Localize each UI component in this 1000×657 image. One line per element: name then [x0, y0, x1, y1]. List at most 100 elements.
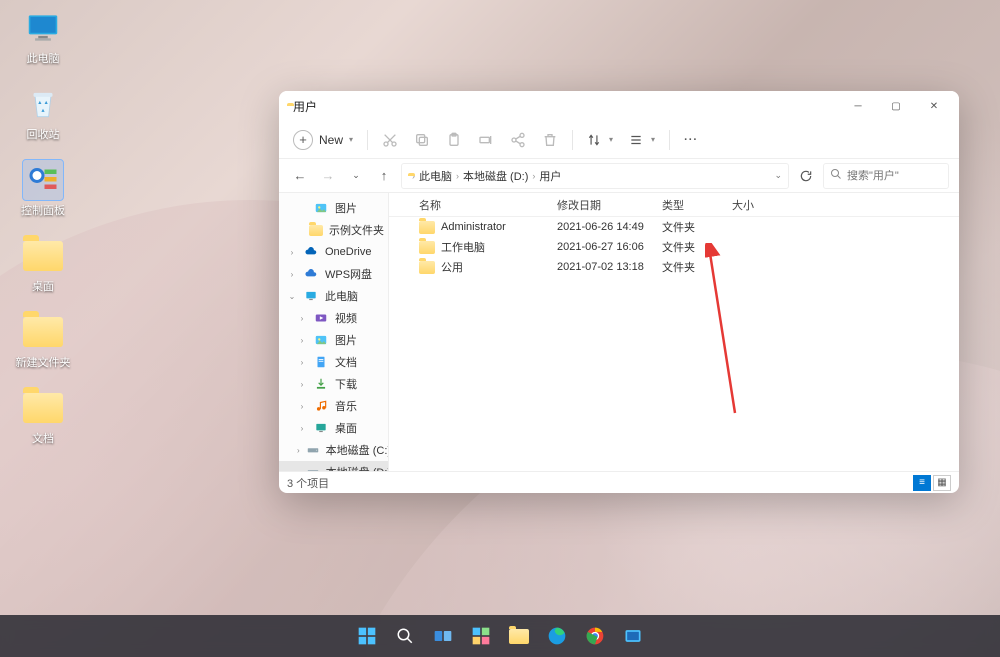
desktop-icon-folder-2[interactable]: 新建文件夹 — [8, 312, 78, 370]
search-box[interactable] — [823, 163, 949, 189]
widgets-button[interactable] — [465, 620, 497, 652]
copy-button[interactable] — [408, 126, 436, 154]
desktop-icon-folder-1[interactable]: 桌面 — [8, 236, 78, 294]
separator — [572, 130, 573, 150]
breadcrumb-segment[interactable]: 本地磁盘 (D:) — [463, 168, 528, 184]
titlebar[interactable]: 用户 ─ ▢ ✕ — [279, 91, 959, 121]
search-icon — [830, 168, 842, 183]
minimize-button[interactable]: ─ — [839, 91, 877, 121]
paste-button[interactable] — [440, 126, 468, 154]
folder-icon — [23, 388, 63, 428]
sort-button[interactable]: ▾ — [581, 126, 619, 154]
view-button[interactable]: ▾ — [623, 126, 661, 154]
rename-button[interactable] — [472, 126, 500, 154]
breadcrumb-segment[interactable]: 此电脑 — [419, 168, 452, 184]
sidebar-item[interactable]: ›OneDrive — [279, 241, 388, 263]
file-date: 2021-07-02 13:18 — [549, 261, 654, 273]
sidebar-item[interactable]: ›WPS网盘 — [279, 263, 388, 285]
up-button[interactable]: ↑ — [373, 165, 395, 187]
view-toggle: ≡ ▦ — [913, 475, 951, 491]
back-button[interactable]: ← — [289, 165, 311, 187]
file-row[interactable]: Administrator2021-06-26 14:49文件夹 — [389, 217, 959, 237]
close-button[interactable]: ✕ — [915, 91, 953, 121]
file-name: Administrator — [441, 221, 506, 233]
task-view-button[interactable] — [427, 620, 459, 652]
chrome-taskbar-button[interactable] — [579, 620, 611, 652]
file-row[interactable]: 公用 2021-07-02 13:18文件夹 — [389, 257, 959, 277]
videos-icon — [313, 310, 329, 326]
start-button[interactable] — [351, 620, 383, 652]
sidebar-item[interactable]: ›桌面 — [279, 417, 388, 439]
edge-taskbar-button[interactable] — [541, 620, 573, 652]
desktop-icon-recycle-bin[interactable]: 回收站 — [8, 84, 78, 142]
separator — [367, 130, 368, 150]
desktop-icon-this-pc[interactable]: 此电脑 — [8, 8, 78, 66]
delete-button[interactable] — [536, 126, 564, 154]
file-name: 工作电脑 — [441, 239, 485, 255]
details-view-button[interactable]: ≡ — [913, 475, 931, 491]
taskbar[interactable] — [0, 615, 1000, 657]
breadcrumb[interactable]: › 此电脑 › 本地磁盘 (D:) › 用户 ⌄ — [401, 163, 789, 189]
file-date: 2021-06-27 16:06 — [549, 241, 654, 253]
chevron-icon: › — [297, 380, 307, 389]
search-button[interactable] — [389, 620, 421, 652]
chevron-down-icon[interactable]: ⌄ — [774, 170, 782, 181]
file-explorer-taskbar-button[interactable] — [503, 620, 535, 652]
chevron-icon: › — [297, 424, 307, 433]
file-type: 文件夹 — [654, 239, 724, 255]
refresh-button[interactable] — [795, 165, 817, 187]
sidebar-item[interactable]: › 本地磁盘 (C:) — [279, 439, 388, 461]
search-input[interactable] — [847, 170, 942, 182]
recent-locations-button[interactable]: ⌄ — [345, 165, 367, 187]
file-row[interactable]: 工作电脑 2021-06-27 16:06文件夹 — [389, 237, 959, 257]
sidebar-item[interactable]: ›文档 — [279, 351, 388, 373]
file-name: 公用 — [441, 259, 463, 275]
sidebar-item[interactable]: ›音乐 — [279, 395, 388, 417]
sidebar-item-label: 图片 — [335, 200, 357, 216]
navigation-sidebar[interactable]: 图片示例文件夹›OneDrive›WPS网盘⌄此电脑›视频›图片›文档›下载›音… — [279, 193, 389, 471]
col-size[interactable]: 大小 — [724, 197, 784, 213]
maximize-button[interactable]: ▢ — [877, 91, 915, 121]
sidebar-item-label: 图片 — [335, 332, 357, 348]
breadcrumb-segment[interactable]: 用户 — [539, 168, 561, 184]
app-taskbar-button[interactable] — [617, 620, 649, 652]
command-toolbar: + New ▾ ▾ ▾ ··· — [279, 121, 959, 159]
column-headers[interactable]: 名称 修改日期 类型 大小 — [389, 193, 959, 217]
file-type: 文件夹 — [654, 219, 724, 235]
new-button[interactable]: + New ▾ — [287, 126, 359, 154]
col-date[interactable]: 修改日期 — [549, 197, 654, 213]
plus-icon: + — [293, 130, 313, 150]
sidebar-item[interactable]: ›本地磁盘 (D:) — [279, 461, 388, 471]
sidebar-item[interactable]: ⌄此电脑 — [279, 285, 388, 307]
folder-icon — [23, 312, 63, 352]
desktop-icon-folder-3[interactable]: 文档 — [8, 388, 78, 446]
sidebar-item-label: WPS网盘 — [325, 266, 372, 282]
more-button[interactable]: ··· — [678, 126, 704, 154]
sidebar-item[interactable]: 图片 — [279, 197, 388, 219]
sidebar-item-label: 文档 — [335, 354, 357, 370]
sidebar-item-label: 音乐 — [335, 398, 357, 414]
monitor-icon — [23, 8, 63, 48]
file-type: 文件夹 — [654, 259, 724, 275]
desktop-icon-control-panel[interactable]: 控制面板 — [8, 160, 78, 218]
desktop-icons: 此电脑 回收站 控制面板 桌面 新建文件夹 文档 — [8, 8, 78, 446]
share-button[interactable] — [504, 126, 532, 154]
chevron-icon: › — [297, 446, 300, 455]
status-bar: 3 个项目 ≡ ▦ — [279, 471, 959, 493]
chevron-right-icon: › — [532, 171, 535, 181]
sidebar-item[interactable]: ›下载 — [279, 373, 388, 395]
col-name[interactable]: 名称 — [389, 197, 549, 213]
onedrive-icon — [303, 244, 319, 260]
content-pane: 名称 修改日期 类型 大小 Administrator2021-06-26 14… — [389, 193, 959, 471]
col-type[interactable]: 类型 — [654, 197, 724, 213]
icons-view-button[interactable]: ▦ — [933, 475, 951, 491]
sidebar-item[interactable]: ›视频 — [279, 307, 388, 329]
sidebar-item[interactable]: ›图片 — [279, 329, 388, 351]
drive-icon — [306, 464, 320, 471]
cut-button[interactable] — [376, 126, 404, 154]
downloads-icon — [313, 376, 329, 392]
separator — [669, 130, 670, 150]
sidebar-item[interactable]: 示例文件夹 — [279, 219, 388, 241]
forward-button[interactable]: → — [317, 165, 339, 187]
sidebar-item-label: 本地磁盘 (C:) — [326, 442, 389, 458]
